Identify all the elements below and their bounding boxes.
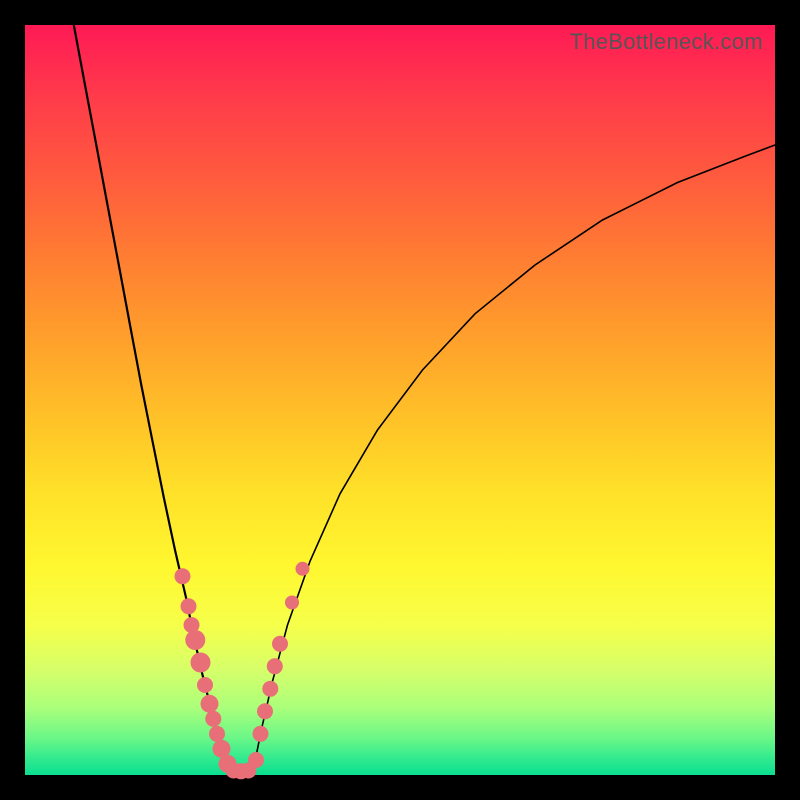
data-point (248, 752, 264, 768)
data-point (197, 677, 213, 693)
data-point (185, 630, 205, 650)
data-point (253, 726, 269, 742)
data-point (175, 568, 191, 584)
data-point (257, 703, 273, 719)
chart-frame: TheBottleneck.com (0, 0, 800, 800)
data-point (181, 598, 197, 614)
data-point (201, 695, 219, 713)
data-point (296, 562, 310, 576)
scatter-dots (175, 562, 310, 780)
data-point (262, 681, 278, 697)
data-point (205, 711, 221, 727)
plot-area: TheBottleneck.com (25, 25, 775, 775)
data-point (285, 596, 299, 610)
curve-svg (25, 25, 775, 775)
data-point (209, 726, 225, 742)
data-point (272, 636, 288, 652)
data-point (191, 653, 211, 673)
curve-right (254, 145, 775, 768)
data-point (267, 658, 283, 674)
